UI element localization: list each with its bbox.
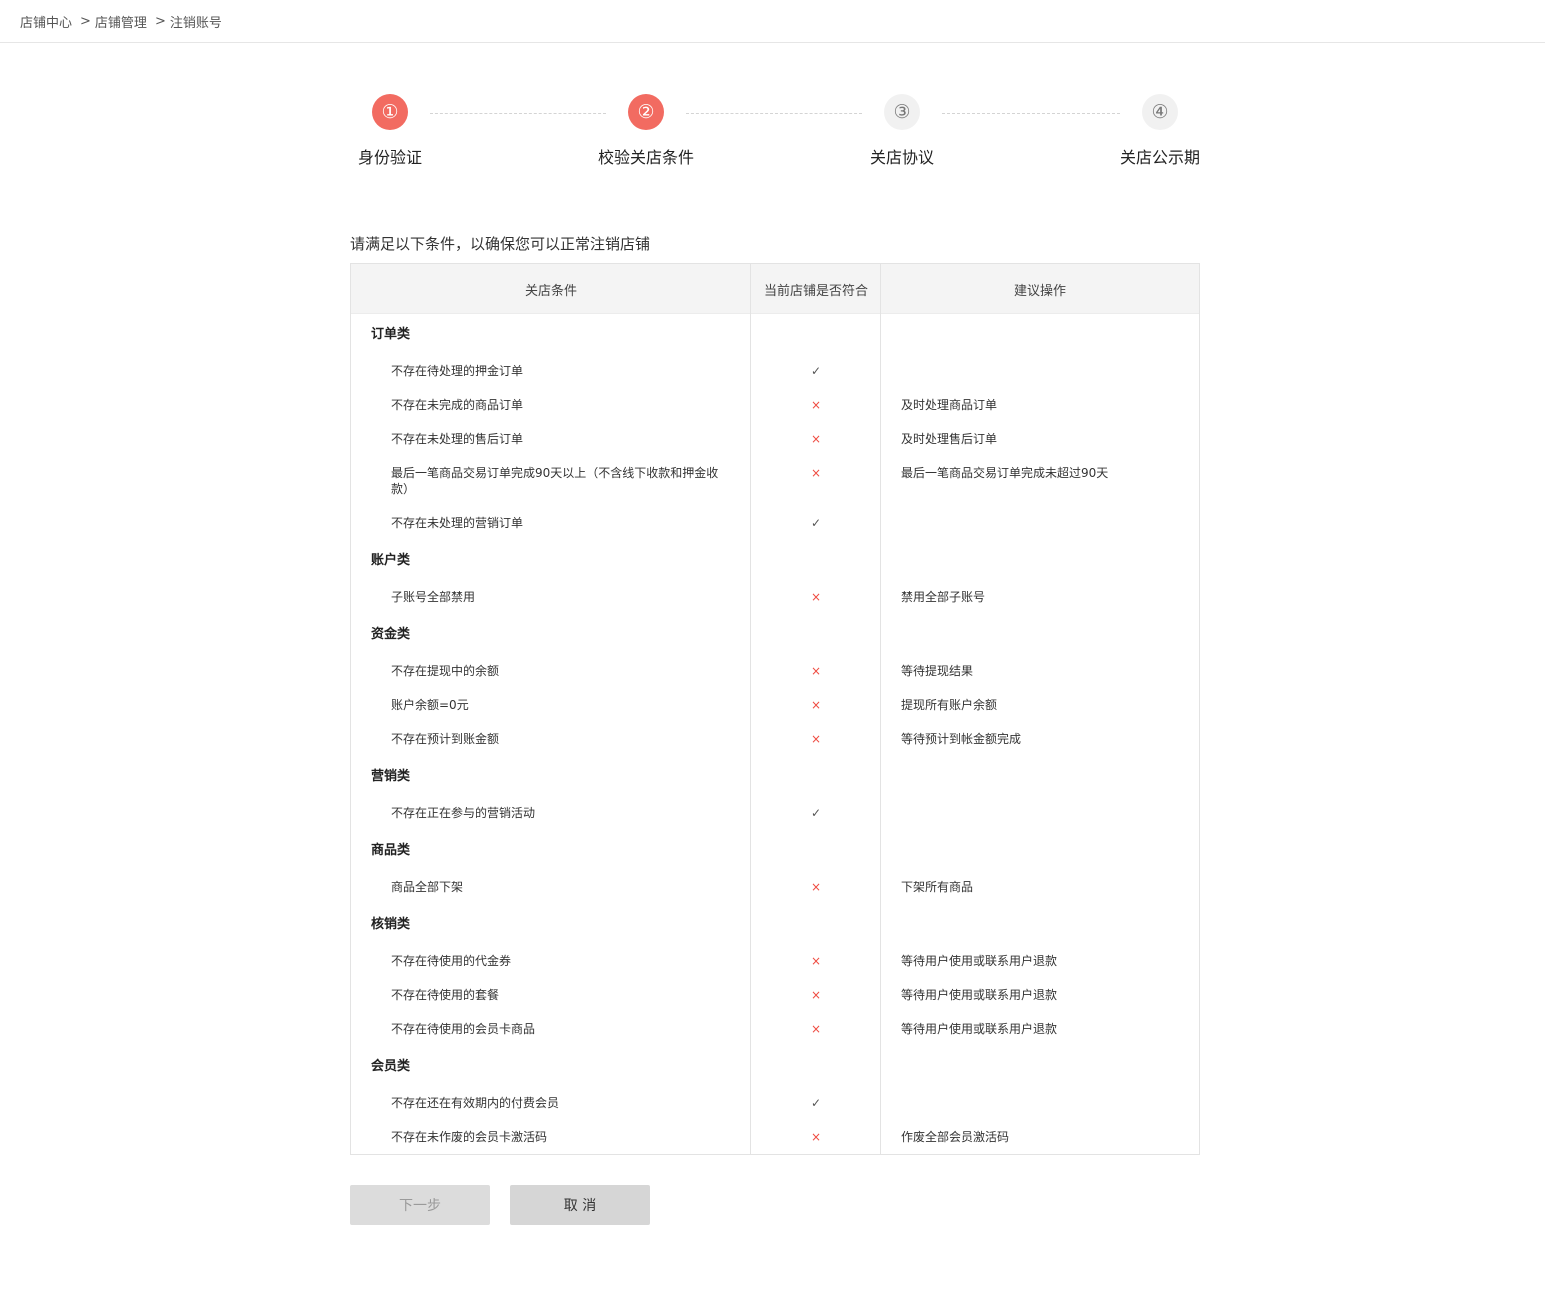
cross-icon: × xyxy=(810,732,822,746)
table-row: 账户余额=0元 × 提现所有账户余额 xyxy=(351,697,1199,731)
table-row: 不存在还在有效期内的付费会员 ✓ xyxy=(351,1095,1199,1129)
column-header-suggestion: 建议操作 xyxy=(1013,283,1066,299)
suggestion-text: 及时处理商品订单 xyxy=(901,398,998,412)
check-icon: ✓ xyxy=(810,1096,822,1110)
check-icon: ✓ xyxy=(810,806,822,820)
table-row: 商品全部下架 × 下架所有商品 xyxy=(351,879,1199,913)
table-header: 关店条件 当前店铺是否符合 建议操作 xyxy=(351,264,1199,314)
column-header-condition: 关店条件 xyxy=(524,283,577,299)
condition-text: 不存在待使用的会员卡商品 xyxy=(391,1022,536,1036)
condition-text: 不存在待使用的套餐 xyxy=(391,988,500,1002)
suggestion-text: 禁用全部子账号 xyxy=(901,590,986,604)
condition-text: 不存在未处理的营销订单 xyxy=(391,516,524,530)
cross-icon: × xyxy=(810,1022,822,1036)
step-1-indicator: ① xyxy=(372,94,408,130)
suggestion-text: 最后一笔商品交易订单完成未超过90天 xyxy=(901,466,1109,480)
condition-text: 不存在未完成的商品订单 xyxy=(391,398,524,412)
breadcrumb-item-cancel-account: 注销账号 xyxy=(169,15,222,31)
cross-icon: × xyxy=(810,698,822,712)
suggestion-text: 等待提现结果 xyxy=(901,664,974,678)
condition-text: 子账号全部禁用 xyxy=(391,590,476,604)
suggestion-text: 下架所有商品 xyxy=(901,880,974,894)
next-step-button[interactable]: 下一步 xyxy=(350,1185,490,1225)
step-2-indicator: ② xyxy=(628,94,664,130)
condition-text: 不存在未作废的会员卡激活码 xyxy=(391,1130,548,1144)
condition-text: 商品全部下架 xyxy=(391,880,464,894)
step-connector xyxy=(686,113,862,114)
suggestion-text: 等待预计到帐金额完成 xyxy=(901,732,1022,746)
condition-text: 最后一笔商品交易订单完成90天以上（不含线下收款和押金收款） xyxy=(391,466,719,496)
breadcrumb-separator: > xyxy=(154,13,166,29)
condition-text: 账户余额=0元 xyxy=(391,698,469,712)
step-3-label: 关店协议 xyxy=(869,148,935,167)
check-icon: ✓ xyxy=(810,516,822,530)
closing-conditions-table: 关店条件 当前店铺是否符合 建议操作 订单类不存在待处理的押金订单 ✓ 不存在未完成… xyxy=(350,263,1200,1155)
breadcrumb-item-store-center[interactable]: 店铺中心 xyxy=(20,12,72,31)
cross-icon: × xyxy=(810,880,822,894)
cross-icon: × xyxy=(810,432,822,446)
step-3-indicator: ③ xyxy=(884,94,920,130)
step-2-label: 校验关店条件 xyxy=(597,148,695,167)
table-row: 不存在预计到账金额 × 等待预计到帐金额完成 xyxy=(351,731,1199,765)
cross-icon: × xyxy=(810,590,822,604)
step-connector xyxy=(430,113,606,114)
group-title: 订单类 xyxy=(371,327,411,342)
table-row: 不存在未作废的会员卡激活码 × 作废全部会员激活码 xyxy=(351,1129,1199,1163)
group-title: 账户类 xyxy=(371,553,411,568)
suggestion-text: 等待用户使用或联系用户退款 xyxy=(901,1022,1058,1036)
group-title: 会员类 xyxy=(371,1059,411,1074)
progress-stepper: ① ② ③ ④ 身份验证 校验关店条件 关店协议 关店公示期 xyxy=(350,94,1200,174)
suggestion-text: 提现所有账户余额 xyxy=(901,698,998,712)
condition-text: 不存在提现中的余额 xyxy=(391,664,500,678)
table-row: 不存在正在参与的营销活动 ✓ xyxy=(351,805,1199,839)
step-4-indicator: ④ xyxy=(1142,94,1178,130)
suggestion-text: 及时处理售后订单 xyxy=(901,432,998,446)
cross-icon: × xyxy=(810,1130,822,1144)
condition-text: 不存在正在参与的营销活动 xyxy=(391,806,536,820)
group-title: 核销类 xyxy=(371,917,411,932)
table-row: 不存在提现中的余额 × 等待提现结果 xyxy=(351,663,1199,697)
table-row: 不存在待处理的押金订单 ✓ xyxy=(351,363,1199,397)
cross-icon: × xyxy=(810,988,822,1002)
condition-text: 不存在预计到账金额 xyxy=(391,732,500,746)
condition-text: 不存在还在有效期内的付费会员 xyxy=(391,1096,560,1110)
suggestion-text: 等待用户使用或联系用户退款 xyxy=(901,988,1058,1002)
table-row: 子账号全部禁用 × 禁用全部子账号 xyxy=(351,589,1199,623)
group-title: 商品类 xyxy=(371,843,411,858)
cross-icon: × xyxy=(810,466,822,480)
condition-text: 不存在未处理的售后订单 xyxy=(391,432,524,446)
header-divider xyxy=(0,42,1545,43)
table-row: 不存在待使用的会员卡商品 × 等待用户使用或联系用户退款 xyxy=(351,1021,1199,1055)
table-row: 不存在未处理的营销订单 ✓ xyxy=(351,515,1199,549)
step-4-label: 关店公示期 xyxy=(1119,148,1201,167)
cross-icon: × xyxy=(810,664,822,678)
table-row: 不存在未完成的商品订单 × 及时处理商品订单 xyxy=(351,397,1199,431)
condition-text: 不存在待处理的押金订单 xyxy=(391,364,524,378)
breadcrumb-item-store-management[interactable]: 店铺管理 xyxy=(95,12,147,31)
breadcrumb: 店铺中心 > 店铺管理 > 注销账号 xyxy=(20,12,222,31)
table-row: 不存在待使用的代金券 × 等待用户使用或联系用户退款 xyxy=(351,953,1199,987)
cancel-button[interactable]: 取 消 xyxy=(510,1185,650,1225)
step-connector xyxy=(942,113,1120,114)
group-title: 营销类 xyxy=(371,769,411,784)
column-header-compliance: 当前店铺是否符合 xyxy=(763,283,868,299)
cross-icon: × xyxy=(810,398,822,412)
breadcrumb-separator: > xyxy=(80,13,91,29)
group-title: 资金类 xyxy=(371,627,411,642)
cross-icon: × xyxy=(810,954,822,968)
conditions-intro: 请满足以下条件，以确保您可以正常注销店铺 xyxy=(350,235,651,253)
suggestion-text: 作废全部会员激活码 xyxy=(901,1130,1010,1144)
step-1-label: 身份验证 xyxy=(357,148,423,167)
table-row: 不存在待使用的套餐 × 等待用户使用或联系用户退款 xyxy=(351,987,1199,1021)
check-icon: ✓ xyxy=(810,364,822,378)
table-row: 不存在未处理的售后订单 × 及时处理售后订单 xyxy=(351,431,1199,465)
suggestion-text: 等待用户使用或联系用户退款 xyxy=(901,954,1058,968)
condition-text: 不存在待使用的代金券 xyxy=(391,954,512,968)
table-row: 最后一笔商品交易订单完成90天以上（不含线下收款和押金收款） × 最后一笔商品交易订… xyxy=(351,465,1199,499)
